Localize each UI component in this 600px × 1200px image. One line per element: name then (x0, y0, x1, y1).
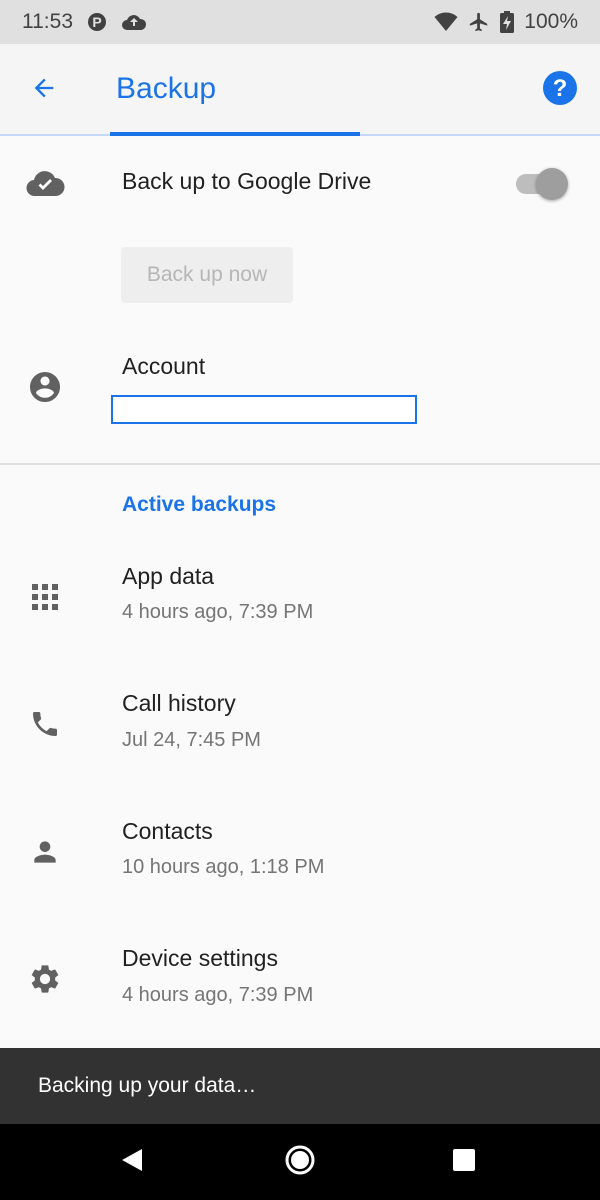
list-item-subtitle: 4 hours ago, 7:39 PM (122, 984, 314, 1006)
drive-backup-toggle[interactable] (516, 168, 568, 200)
status-time: 11:53 (22, 10, 73, 33)
gear-icon (24, 958, 66, 1000)
wifi-icon (434, 12, 458, 32)
list-item-title: Device settings (122, 945, 278, 971)
arrow-back-icon (30, 74, 58, 107)
account-field[interactable] (111, 395, 417, 424)
drive-backup-label: Back up to Google Drive (122, 168, 372, 194)
snackbar: Backing up your data… (0, 1048, 600, 1124)
person-icon (24, 831, 66, 873)
list-item-title: Contacts (122, 818, 213, 844)
nav-recents-button[interactable] (444, 1142, 484, 1182)
svg-text:P: P (92, 14, 101, 30)
nav-home-button[interactable] (280, 1142, 320, 1182)
nav-back-button[interactable] (112, 1142, 152, 1182)
battery-level: 100% (524, 10, 578, 33)
battery-charging-icon (500, 11, 515, 33)
apps-grid-icon (24, 576, 66, 618)
cloud-upload-icon (121, 12, 147, 32)
app-bar: Backup ? (0, 44, 600, 136)
recents-square-icon (452, 1148, 476, 1177)
airplane-mode-icon (468, 11, 490, 33)
active-backups-header: Active backups (122, 493, 277, 516)
account-label: Account (122, 353, 206, 379)
parking-notification-icon: P (87, 12, 107, 32)
account-circle-icon (24, 366, 66, 408)
page-title: Backup (116, 72, 217, 105)
back-button[interactable] (20, 66, 68, 114)
list-item-subtitle: 10 hours ago, 1:18 PM (122, 856, 325, 878)
help-icon: ? (542, 70, 578, 111)
snackbar-message: Backing up your data… (38, 1074, 257, 1097)
navigation-bar (0, 1124, 600, 1200)
list-item-title: App data (122, 563, 215, 589)
list-item-subtitle: 4 hours ago, 7:39 PM (122, 601, 314, 623)
back-triangle-icon (119, 1147, 145, 1178)
svg-text:?: ? (553, 75, 568, 102)
help-button[interactable]: ? (540, 70, 580, 110)
home-circle-icon (284, 1144, 316, 1181)
phone-icon (24, 703, 66, 745)
toggle-thumb (536, 168, 568, 200)
status-bar: 11:53 P 100% (0, 0, 600, 44)
back-up-now-button[interactable]: Back up now (121, 247, 293, 303)
cloud-done-icon (24, 162, 66, 204)
section-divider (0, 463, 600, 465)
list-item-subtitle: Jul 24, 7:45 PM (122, 729, 261, 751)
list-item-title: Call history (122, 690, 236, 716)
header-progress-indicator (110, 132, 360, 136)
